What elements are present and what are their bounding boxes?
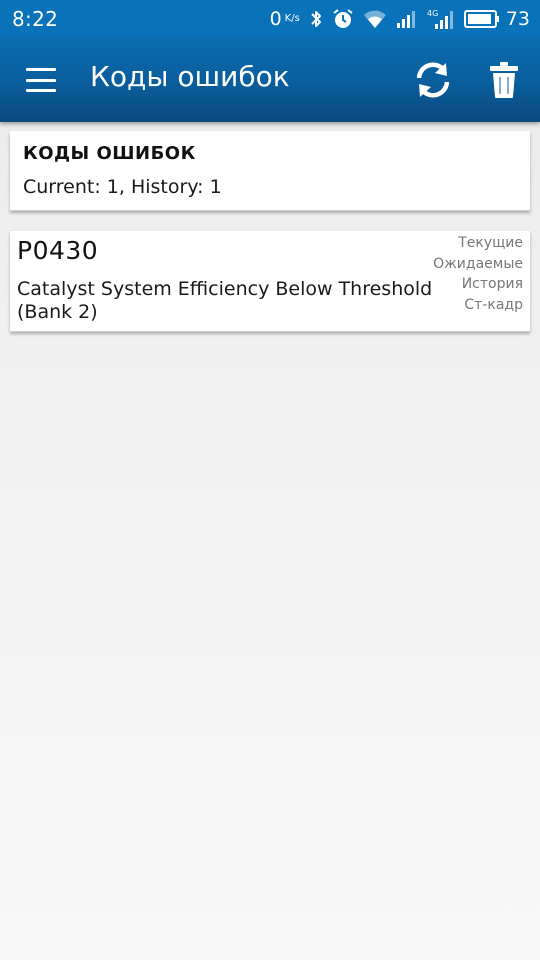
dtc-flag-pending: Ожидаемые (433, 255, 523, 272)
status-time: 8:22 (12, 7, 59, 31)
network-speed: 0 K/s (270, 8, 300, 30)
menu-icon[interactable] (24, 65, 58, 95)
dtc-description: Catalyst System Efficiency Below Thresho… (17, 278, 433, 323)
status-bar: 8:22 0 K/s 4G 73 (0, 0, 540, 38)
trash-icon[interactable] (486, 60, 522, 100)
status-icons: 0 K/s 4G 73 (270, 0, 530, 38)
dtc-flag-freeze-frame: Ст-кадр (464, 296, 523, 313)
dtc-flag-history: История (461, 276, 523, 292)
summary-counts: Current: 1, History: 1 (23, 176, 222, 198)
battery-level: 73 (505, 8, 530, 30)
bluetooth-icon (309, 9, 323, 29)
battery-icon (463, 9, 500, 29)
network-type-label: 4G (427, 9, 438, 18)
network-speed-value: 0 (269, 8, 282, 30)
summary-card: КОДЫ ОШИБОК Current: 1, History: 1 (10, 131, 530, 211)
dtc-list-item[interactable]: P0430 Catalyst System Efficiency Below T… (10, 231, 530, 332)
alarm-icon (332, 8, 354, 30)
signal-4g-icon: 4G (427, 8, 455, 30)
network-speed-unit: K/s (284, 12, 300, 24)
battery: 73 (463, 8, 530, 30)
dtc-code: P0430 (17, 236, 99, 265)
page-title: Коды ошибок (90, 60, 290, 93)
app-bar: Коды ошибок (0, 38, 540, 122)
signal-icon (396, 9, 418, 29)
wifi-icon (363, 9, 387, 29)
dtc-status-flags: Текущие Ожидаемые История Ст-кадр (433, 233, 523, 315)
summary-title: КОДЫ ОШИБОК (23, 143, 196, 164)
dtc-flag-current: Текущие (458, 235, 523, 251)
refresh-icon[interactable] (414, 60, 452, 100)
